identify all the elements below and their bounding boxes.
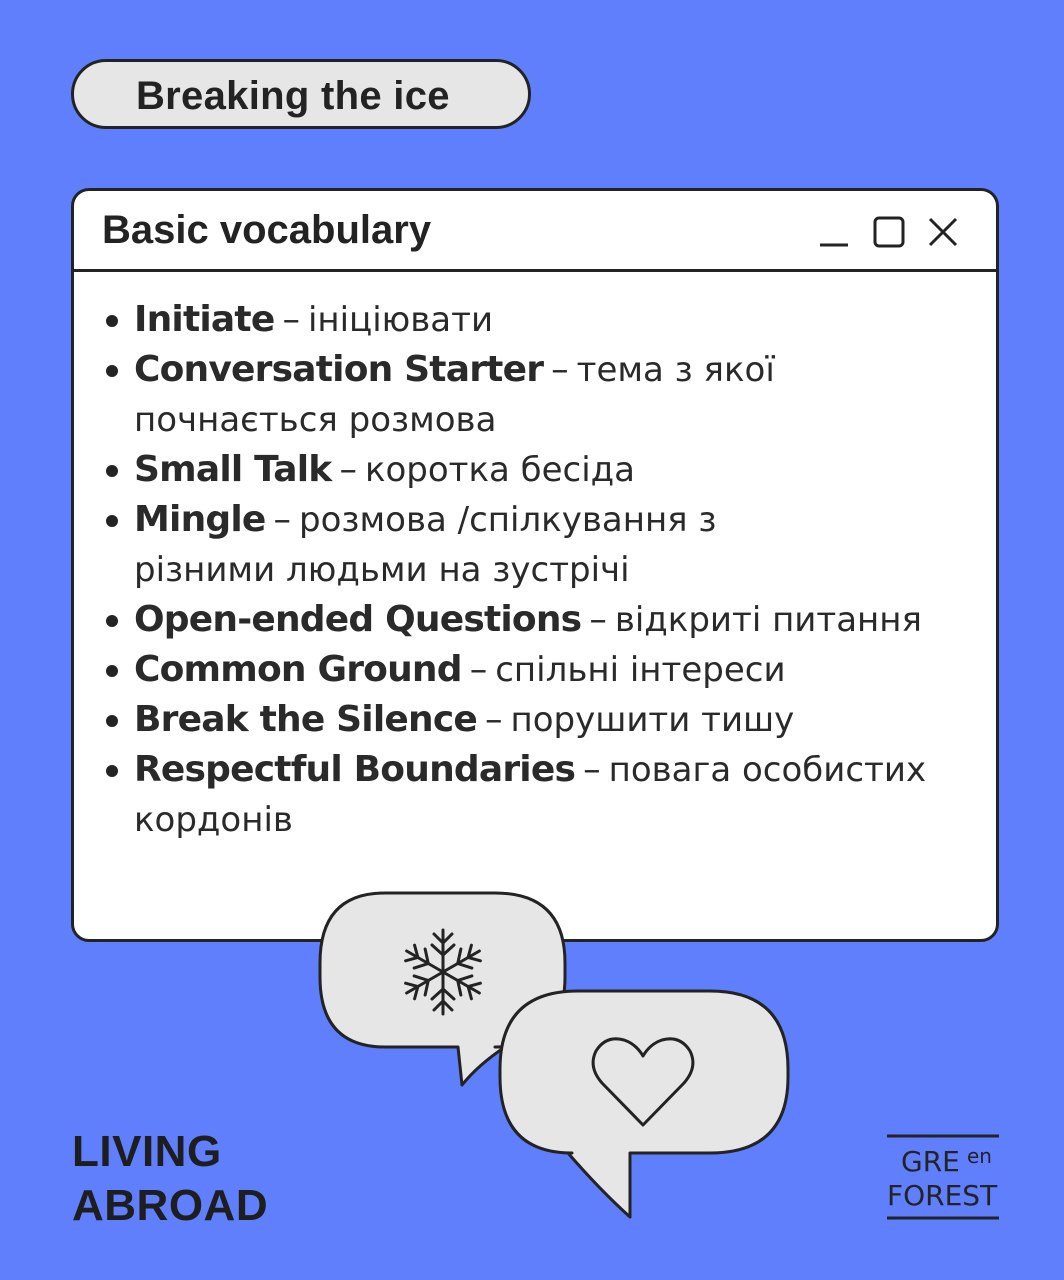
brand-wordmark: LIVING ABROAD <box>72 1125 268 1233</box>
close-icon[interactable] <box>926 215 960 249</box>
vocabulary-list: Initiate – ініціювати Conversation Starter… <box>104 295 974 845</box>
vocabulary-window: Basic vocabulary Initiate – ініціювати Con… <box>71 188 999 942</box>
vocab-term: Respectful Boundaries <box>134 749 576 790</box>
vocab-translation: спільні інтереси <box>495 650 786 690</box>
vocab-term: Open-ended Questions <box>134 599 582 640</box>
logo-line-2: FOREST <box>887 1179 998 1212</box>
list-item: Small Talk – коротка бесіда <box>104 445 974 495</box>
dash: – <box>583 750 601 790</box>
brand-line-2: ABROAD <box>72 1181 269 1230</box>
topic-label: Breaking the ice <box>136 74 450 118</box>
minimize-icon[interactable] <box>817 215 851 249</box>
list-item: Conversation Starter – тема з якої почнаєт… <box>104 345 794 445</box>
vocab-term: Initiate <box>134 299 275 340</box>
dash: – <box>273 500 292 540</box>
window-title: Basic vocabulary <box>102 208 432 252</box>
chat-bubbles-illustration <box>318 891 790 1219</box>
dash: – <box>282 300 300 340</box>
vocab-translation: порушити тишу <box>510 700 795 740</box>
vocab-translation: відкриті питання <box>614 600 922 640</box>
window-titlebar: Basic vocabulary <box>74 191 996 272</box>
vocab-term: Small Talk <box>134 449 332 490</box>
list-item: Break the Silence – порушити тишу <box>104 695 974 745</box>
vocab-term: Common Ground <box>134 649 463 690</box>
list-item: Mingle – розмова /спілкування з різними лю… <box>104 495 754 595</box>
topic-pill: Breaking the ice <box>71 59 531 129</box>
vocab-translation: коротка бесіда <box>364 450 636 490</box>
list-item: Common Ground – спільні інтереси <box>104 645 974 695</box>
dash: – <box>589 600 607 640</box>
dash: – <box>484 700 503 740</box>
logo-line-1-sup: en <box>967 1144 992 1168</box>
vocab-term: Break the Silence <box>134 699 478 740</box>
green-forest-logo: GRE en FOREST <box>887 1134 999 1220</box>
list-item: Initiate – ініціювати <box>104 295 974 345</box>
maximize-icon[interactable] <box>872 215 906 249</box>
dash: – <box>551 350 569 390</box>
list-item: Respectful Boundaries – повага особистих к… <box>104 745 974 845</box>
logo-line-1-main: GRE <box>901 1145 960 1178</box>
dash: – <box>339 450 357 490</box>
vocab-term: Mingle <box>134 499 266 540</box>
speech-bubble-bottom <box>498 989 790 1219</box>
vocab-translation: ініціювати <box>307 300 494 340</box>
vocab-term: Conversation Starter <box>134 349 544 390</box>
brand-line-1: LIVING <box>72 1127 222 1176</box>
dash: – <box>469 650 488 690</box>
list-item: Open-ended Questions – відкриті питання <box>104 595 974 645</box>
